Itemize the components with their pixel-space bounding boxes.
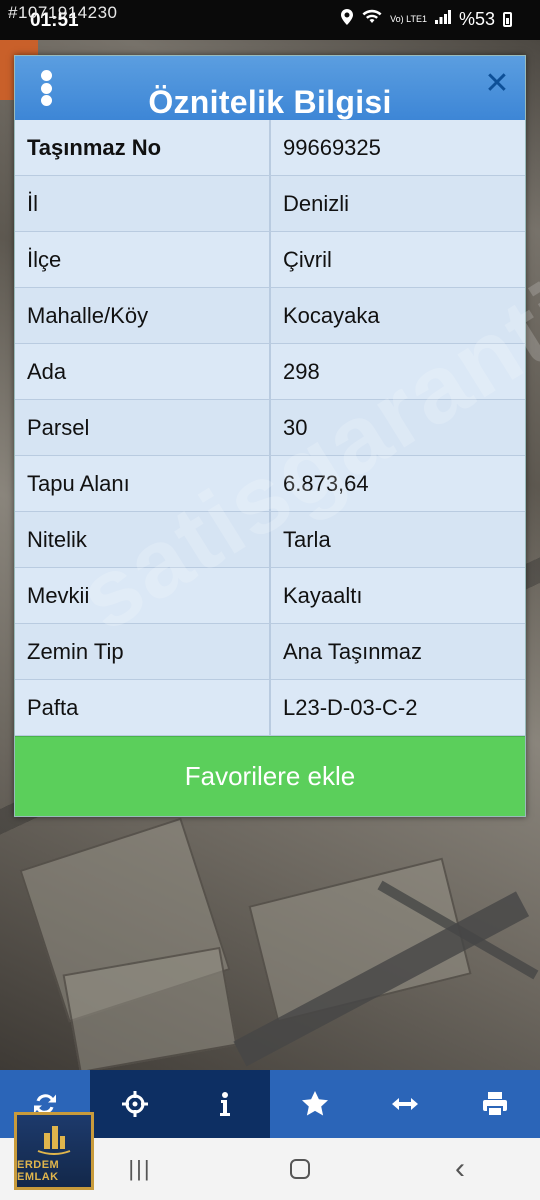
- table-row: Pafta L23-D-03-C-2: [15, 680, 525, 736]
- table-row: Zemin Tip Ana Taşınmaz: [15, 624, 525, 680]
- print-button[interactable]: [450, 1070, 540, 1138]
- battery-icon: [503, 12, 512, 27]
- row-value: Tarla: [283, 526, 331, 552]
- status-bar: 01:51 #1071914230 Vo) LTE1 %53: [0, 0, 540, 40]
- measure-button[interactable]: [360, 1070, 450, 1138]
- table-row: Parsel 30: [15, 400, 525, 456]
- table-row: İl Denizli: [15, 176, 525, 232]
- building-logo-icon: [37, 1126, 71, 1155]
- attribute-info-dialog: Öznitelik Bilgisi ✕ Taşınmaz No 99669325…: [14, 55, 526, 817]
- table-row: Tapu Alanı 6.873,64: [15, 456, 525, 512]
- dialog-title: Öznitelik Bilgisi: [148, 84, 392, 120]
- info-icon: [220, 1092, 230, 1116]
- table-row: İlçe Çivril: [15, 232, 525, 288]
- favorites-button[interactable]: [270, 1070, 360, 1138]
- row-label: Ada: [15, 344, 271, 399]
- signal-icon: [434, 10, 451, 29]
- attribute-table: Taşınmaz No 99669325 İl Denizli İlçe Çiv…: [15, 120, 525, 736]
- battery-percent: %53: [458, 9, 495, 29]
- home-icon: [290, 1159, 310, 1179]
- row-value: Denizli: [283, 190, 350, 216]
- close-icon[interactable]: ✕: [483, 69, 511, 99]
- row-label: Pafta: [15, 680, 271, 735]
- row-value: Ana Taşınmaz: [283, 638, 423, 664]
- measure-icon: [392, 1098, 418, 1110]
- logo-text: ERDEM EMLAK: [17, 1159, 60, 1183]
- row-value: 298: [283, 358, 320, 384]
- dialog-header: Öznitelik Bilgisi ✕: [15, 56, 525, 120]
- row-value: 6.873,64: [283, 470, 369, 496]
- row-label: İlçe: [15, 232, 271, 287]
- table-row: Taşınmaz No 99669325: [15, 120, 525, 176]
- row-value: 30: [283, 414, 308, 440]
- row-label: Mahalle/Köy: [15, 288, 271, 343]
- add-to-favorites-button[interactable]: Favorilere ekle: [15, 736, 525, 816]
- recents-button[interactable]: |||: [110, 1149, 170, 1189]
- row-label: İl: [15, 176, 271, 231]
- row-value: Kayaaltı: [283, 582, 363, 608]
- print-icon: [483, 1092, 507, 1117]
- overlay-id: #1071914230: [8, 3, 118, 22]
- table-row: Mevkii Kayaaltı: [15, 568, 525, 624]
- location-icon: [340, 9, 354, 30]
- row-label: Taşınmaz No: [15, 120, 271, 175]
- locate-button[interactable]: [90, 1070, 180, 1138]
- wifi-icon: [362, 9, 382, 30]
- info-button[interactable]: [180, 1070, 270, 1138]
- crosshair-icon: [122, 1091, 148, 1117]
- status-icons: Vo) LTE1 %53: [340, 9, 512, 30]
- row-value: 99669325: [283, 134, 381, 160]
- row-label: Parsel: [15, 400, 271, 455]
- network-label: Vo) LTE1: [390, 14, 427, 24]
- row-label: Mevkii: [15, 568, 271, 623]
- back-button[interactable]: ‹: [430, 1149, 490, 1189]
- row-value: Çivril: [283, 246, 332, 272]
- row-value: L23-D-03-C-2: [283, 694, 418, 720]
- row-label: Zemin Tip: [15, 624, 271, 679]
- home-button[interactable]: [270, 1149, 330, 1189]
- table-row: Mahalle/Köy Kocayaka: [15, 288, 525, 344]
- row-label: Tapu Alanı: [15, 456, 271, 511]
- table-row: Nitelik Tarla: [15, 512, 525, 568]
- table-row: Ada 298: [15, 344, 525, 400]
- star-icon: [302, 1091, 328, 1116]
- brand-logo: ERDEM EMLAK: [14, 1112, 94, 1190]
- row-label: Nitelik: [15, 512, 271, 567]
- row-value: Kocayaka: [283, 302, 380, 328]
